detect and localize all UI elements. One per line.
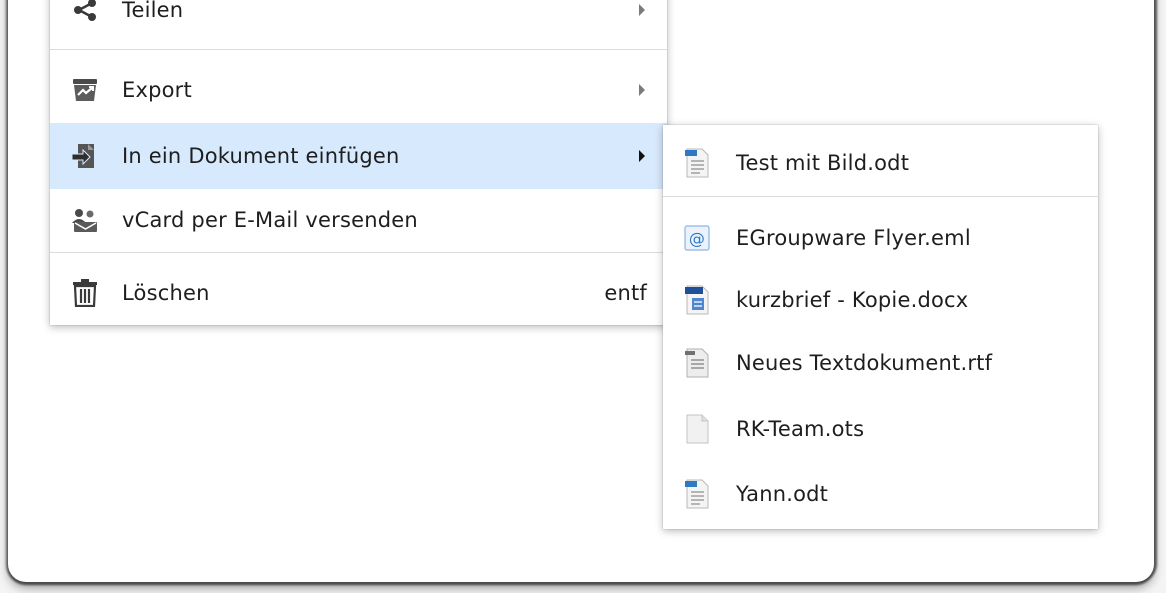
menu-item-insert-document[interactable]: In ein Dokument einfügen xyxy=(50,123,667,189)
submenu-item-label: Yann.odt xyxy=(736,482,829,506)
context-menu: Teilen Export In ein Dokument einfügen v… xyxy=(50,0,667,325)
shortcut-label: entf xyxy=(604,281,647,305)
menu-item-label: Teilen xyxy=(122,0,184,22)
trash-icon xyxy=(73,279,97,307)
svg-text:@: @ xyxy=(689,229,705,248)
menu-separator xyxy=(50,252,667,253)
docx-file-icon xyxy=(685,285,709,315)
menu-separator xyxy=(663,196,1098,197)
odt-file-icon xyxy=(685,148,709,178)
submenu-arrow-icon xyxy=(639,84,645,96)
submenu-item-kurzbrief[interactable]: kurzbrief - Kopie.docx xyxy=(663,267,1098,333)
menu-separator xyxy=(50,49,667,50)
document-submenu: Test mit Bild.odt @ EGroupware Flyer.eml… xyxy=(663,125,1098,529)
email-file-icon: @ xyxy=(684,225,710,251)
submenu-item-label: Test mit Bild.odt xyxy=(736,151,910,175)
menu-item-label: Export xyxy=(122,78,192,102)
menu-item-export[interactable]: Export xyxy=(50,57,667,123)
menu-item-vcard-email[interactable]: vCard per E-Mail versenden xyxy=(50,187,667,253)
menu-item-label: vCard per E-Mail versenden xyxy=(122,208,418,232)
menu-item-label: Löschen xyxy=(122,281,210,305)
menu-item-teilen[interactable]: Teilen xyxy=(50,0,667,43)
submenu-item-neues-textdokument[interactable]: Neues Textdokument.rtf xyxy=(663,330,1098,396)
export-icon xyxy=(73,79,97,101)
submenu-arrow-icon xyxy=(639,150,645,162)
submenu-item-rk-team[interactable]: RK-Team.ots xyxy=(663,396,1098,462)
blank-file-icon xyxy=(686,414,709,444)
share-icon xyxy=(74,0,96,21)
submenu-arrow-icon xyxy=(639,4,645,16)
submenu-item-test-mit-bild[interactable]: Test mit Bild.odt xyxy=(663,130,1098,196)
menu-item-label: In ein Dokument einfügen xyxy=(122,144,400,168)
odt-file-icon xyxy=(685,479,709,509)
submenu-item-label: EGroupware Flyer.eml xyxy=(736,226,971,250)
submenu-item-label: Neues Textdokument.rtf xyxy=(736,351,993,375)
submenu-item-label: RK-Team.ots xyxy=(736,417,865,441)
vcard-email-icon xyxy=(72,209,97,232)
rtf-file-icon xyxy=(685,348,709,378)
submenu-item-label: kurzbrief - Kopie.docx xyxy=(736,288,969,312)
menu-item-loeschen[interactable]: Löschen entf xyxy=(50,260,667,326)
submenu-item-yann[interactable]: Yann.odt xyxy=(663,461,1098,527)
insert-document-icon xyxy=(71,144,94,168)
submenu-item-egroupware-flyer[interactable]: @ EGroupware Flyer.eml xyxy=(663,205,1098,271)
